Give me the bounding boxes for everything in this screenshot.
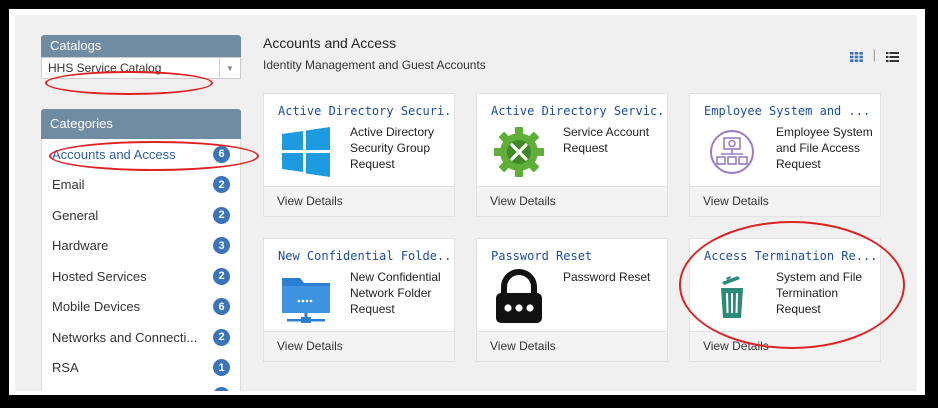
category-item-hardware[interactable]: Hardware 3	[42, 231, 240, 262]
category-label: Accounts and Access	[52, 146, 176, 162]
catalog-select-value: HHS Service Catalog	[48, 61, 162, 75]
card-description: System and File Termination Request	[776, 270, 863, 316]
view-details-link[interactable]: View Details	[690, 331, 880, 361]
category-count-badge: 2	[213, 267, 230, 285]
card-title[interactable]: Active Directory Servic...	[491, 104, 663, 118]
category-item-networks[interactable]: Networks and Connecti... 2	[42, 322, 240, 353]
category-label: RSA	[52, 360, 79, 376]
grid-view-icon[interactable]	[849, 50, 863, 62]
catalog-card[interactable]: Active Directory Securi... Active Direct…	[263, 93, 455, 217]
view-details-link[interactable]: View Details	[264, 331, 454, 361]
category-label: Mobile Devices	[52, 299, 141, 315]
category-count-badge: 2	[213, 328, 230, 346]
view-details-link[interactable]: View Details	[690, 186, 880, 216]
card-title[interactable]: New Confidential Folde...	[278, 249, 450, 263]
category-count-badge: 6	[213, 145, 230, 163]
view-details-link[interactable]: View Details	[477, 331, 667, 361]
category-item-general[interactable]: General 2	[42, 200, 240, 231]
catalog-card[interactable]: Password Reset Password Reset View Detai…	[476, 238, 668, 362]
card-description: Employee System and File Access Request	[776, 125, 873, 171]
screenshot-frame: Catalogs HHS Service Catalog ▼ Categorie…	[9, 9, 929, 399]
category-item-rsa[interactable]: RSA 1	[42, 353, 240, 384]
card-description: New Confidential Network Folder Request	[350, 270, 441, 316]
catalog-select[interactable]: HHS Service Catalog ▼	[41, 57, 241, 79]
category-item-email[interactable]: Email 2	[42, 170, 240, 201]
category-label: Networks and Connecti...	[52, 329, 198, 345]
catalogs-header: Catalogs	[41, 35, 241, 57]
trash-icon	[704, 269, 760, 325]
category-item-accounts-and-access[interactable]: Accounts and Access 6	[42, 139, 240, 170]
category-item-mobile-devices[interactable]: Mobile Devices 6	[42, 292, 240, 323]
catalog-card[interactable]: New Confidential Folde... New Confidenti…	[263, 238, 455, 362]
view-separator: |	[872, 47, 876, 62]
card-title[interactable]: Access Termination Re...	[704, 249, 876, 263]
network-folder-icon	[278, 269, 334, 325]
card-title[interactable]: Active Directory Securi...	[278, 104, 450, 118]
card-title[interactable]: Password Reset	[491, 249, 663, 263]
view-toggle: |	[849, 47, 899, 62]
category-count-badge: 2	[213, 206, 230, 224]
view-details-link[interactable]: View Details	[264, 186, 454, 216]
card-title[interactable]: Employee System and ...	[704, 104, 876, 118]
chevron-down-icon[interactable]: ▼	[219, 58, 240, 78]
catalog-card[interactable]: Access Termination Re... System and File…	[689, 238, 881, 362]
category-label: Hosted Services	[52, 268, 147, 284]
card-description: Service Account Request	[563, 125, 650, 155]
categories-panel: Categories Accounts and Access 6 Email 2…	[41, 109, 241, 391]
category-count-badge: 1	[213, 359, 230, 377]
list-view-icon[interactable]	[886, 50, 899, 62]
page-title: Accounts and Access	[263, 35, 397, 51]
main-header: Accounts and Access Identity Management …	[263, 35, 903, 72]
card-description: Password Reset	[563, 270, 651, 284]
category-label: Email	[52, 177, 85, 193]
category-count-badge: 2	[213, 176, 230, 194]
category-list: Accounts and Access 6 Email 2 General 2 …	[41, 139, 241, 391]
category-label: Hardware	[52, 238, 109, 254]
folder-tree-icon	[704, 124, 760, 180]
app: Catalogs HHS Service Catalog ▼ Categorie…	[15, 15, 917, 391]
category-count-badge: 3	[213, 237, 230, 255]
page-subtitle: Identity Management and Guest Accounts	[263, 58, 486, 72]
catalogs-panel: Catalogs HHS Service Catalog ▼	[41, 35, 241, 79]
category-item-hosted-services[interactable]: Hosted Services 2	[42, 261, 240, 292]
wrench-gear-icon	[491, 124, 547, 180]
windows-logo-icon	[278, 124, 334, 180]
categories-header: Categories	[41, 109, 241, 139]
view-details-link[interactable]: View Details	[477, 186, 667, 216]
catalog-card[interactable]: Employee System and ... Employee System …	[689, 93, 881, 217]
padlock-icon	[491, 269, 547, 325]
category-item-partial	[42, 383, 240, 391]
card-description: Active Directory Security Group Request	[350, 125, 435, 171]
category-label: General	[52, 207, 99, 223]
category-count-badge: 6	[213, 298, 230, 316]
catalog-card[interactable]: Active Directory Servic... Service Accou…	[476, 93, 668, 217]
